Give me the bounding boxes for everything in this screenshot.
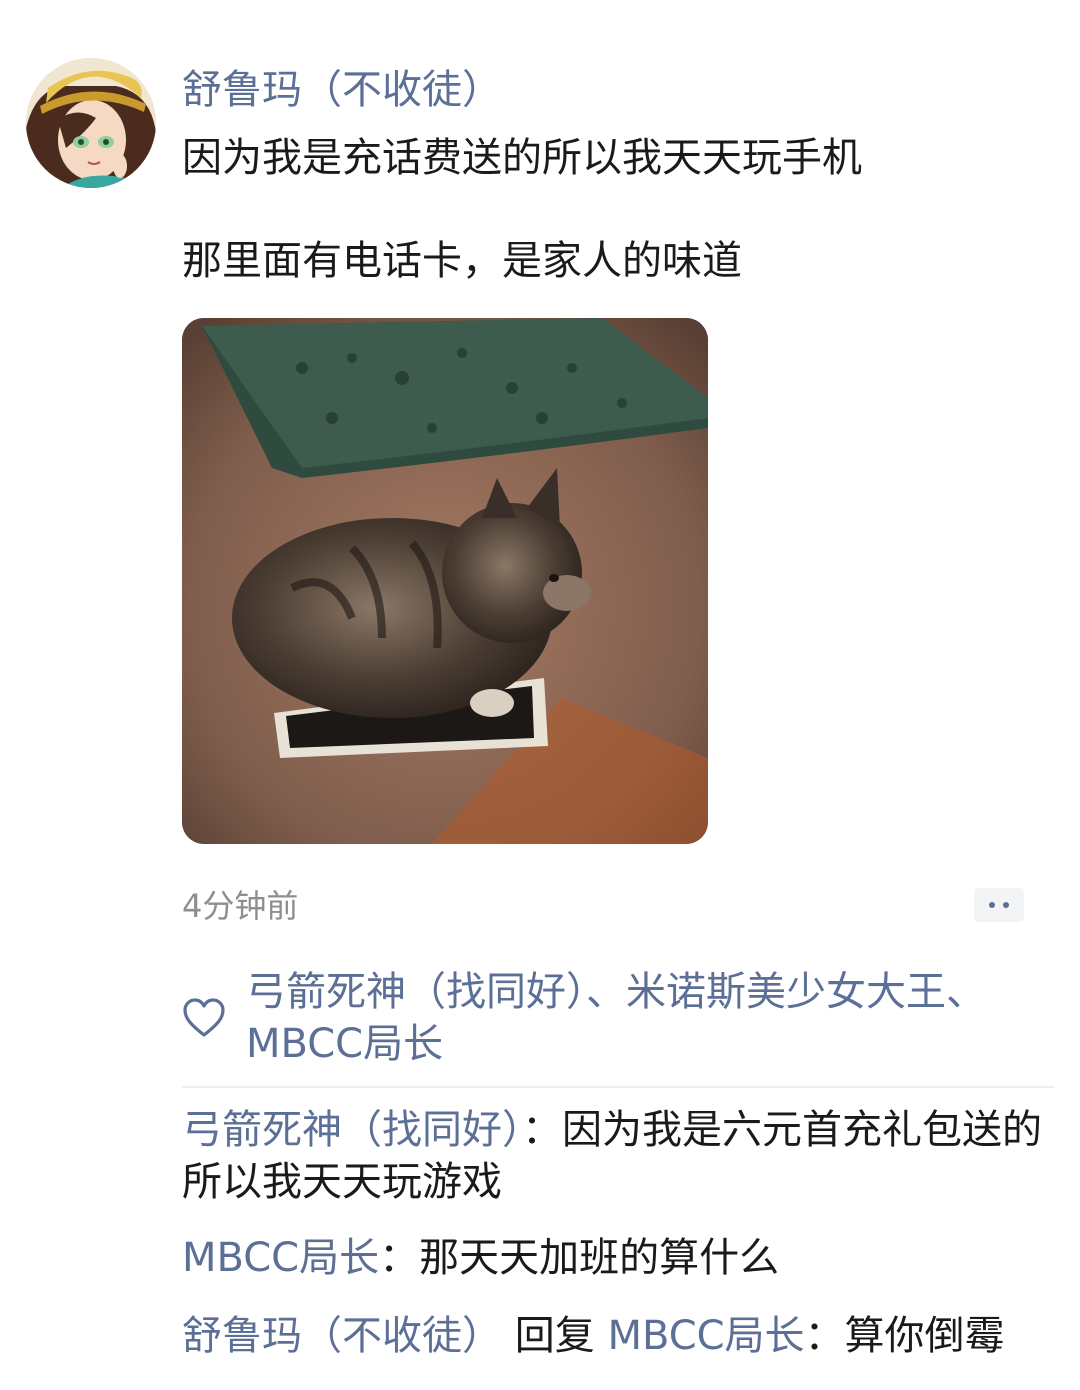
post-timestamp: 4分钟前	[182, 887, 299, 925]
likes-list: 弓箭死神（找同好）、米诺斯美少女大王、MBCC局长	[246, 966, 1056, 1070]
more-dot-icon	[1003, 902, 1009, 908]
heart-icon	[183, 998, 225, 1037]
post-photo[interactable]	[182, 318, 708, 844]
kitten-on-phone-photo-icon	[182, 318, 708, 844]
more-options-button[interactable]	[974, 888, 1024, 922]
post-text-line-2: 那里面有电话卡，是家人的味道	[182, 238, 742, 284]
avatar[interactable]	[26, 58, 156, 188]
comment-colon: ：	[804, 1313, 845, 1359]
likes-section: 弓箭死神（找同好）、米诺斯美少女大王、MBCC局长	[182, 966, 1052, 1072]
moments-post: 舒鲁玛（不收徒） 因为我是充话费送的所以我天天玩手机 那里面有电话卡，是家人的味…	[0, 0, 1080, 1390]
comment-author[interactable]: MBCC局长	[182, 1235, 379, 1281]
anime-girl-avatar-icon	[26, 58, 156, 188]
likes-separator: 、	[946, 969, 986, 1015]
divider	[182, 1086, 1054, 1088]
likes-separator: 、	[586, 969, 626, 1015]
more-dot-icon	[989, 902, 995, 908]
comment-author[interactable]: 舒鲁玛（不收徒）	[182, 1313, 502, 1359]
comment-text: 那天天加班的算什么	[419, 1235, 780, 1281]
reply-target[interactable]: MBCC局长	[607, 1313, 804, 1359]
like-user[interactable]: 弓箭死神（找同好）	[246, 969, 586, 1015]
like-user[interactable]: MBCC局长	[246, 1021, 443, 1067]
comment-author[interactable]: 弓箭死神（找同好）	[182, 1107, 522, 1153]
comment[interactable]: 舒鲁玛（不收徒） 回复 MBCC局长：算你倒霉	[182, 1310, 1052, 1362]
comment-colon: ：	[379, 1235, 420, 1281]
comment-colon: ：	[522, 1107, 562, 1153]
post-text-line-1: 因为我是充话费送的所以我天天玩手机	[182, 135, 862, 181]
reply-word: 回复	[514, 1313, 595, 1359]
comment-text: 算你倒霉	[844, 1313, 1005, 1359]
comment[interactable]: 弓箭死神（找同好）：因为我是六元首充礼包送的所以我天天玩游戏	[182, 1104, 1052, 1208]
like-user[interactable]: 米诺斯美少女大王	[626, 969, 946, 1015]
comment[interactable]: MBCC局长：那天天加班的算什么	[182, 1232, 1052, 1284]
post-author-name[interactable]: 舒鲁玛（不收徒）	[182, 62, 502, 118]
